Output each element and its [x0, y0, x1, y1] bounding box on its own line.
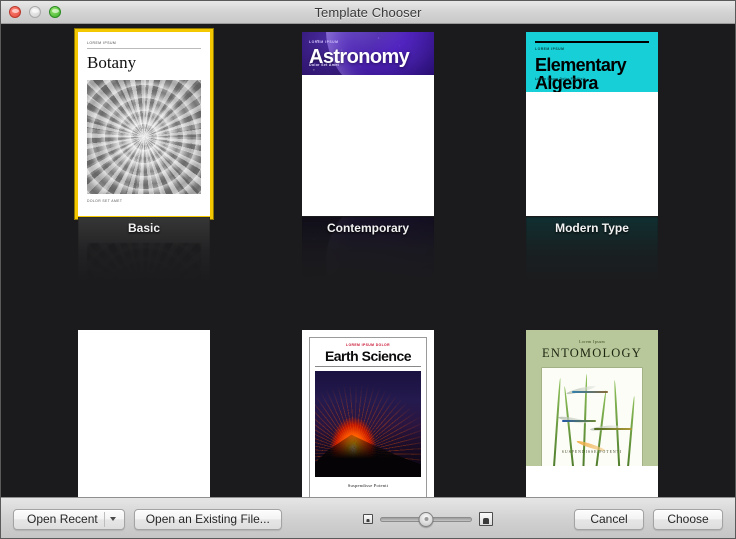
- template-gallery[interactable]: LOREM IPSUM Botany DOLOR SET AMET Basic …: [1, 24, 735, 497]
- small-thumbnail-icon[interactable]: [363, 514, 373, 524]
- cancel-button[interactable]: Cancel: [574, 508, 644, 530]
- template-thumbnail-contemporary[interactable]: LOREM IPSUM Astronomy Dolor Set Amet: [302, 32, 434, 216]
- zoom-window-icon[interactable]: [49, 6, 61, 18]
- cover-kicker: Lorem Ipsum: [578, 339, 606, 344]
- choose-button[interactable]: Choose: [653, 508, 723, 530]
- dahlia-photo: [87, 80, 201, 194]
- template-thumbnail-classic[interactable]: Lorem Ipsum ART HISTORY DOLOR SET AMET: [78, 330, 210, 497]
- top-rule: [535, 41, 649, 43]
- cover-kicker: LOREM IPSUM DOLOR: [346, 343, 390, 347]
- template-name-basic: Basic: [127, 221, 161, 235]
- template-thumbnail-modern-type[interactable]: Lorem Ipsum Elementary Algebra Lorem Ips…: [526, 32, 658, 216]
- template-tile-contemporary[interactable]: LOREM IPSUM Astronomy Dolor Set Amet Con…: [302, 32, 434, 293]
- large-thumbnail-icon[interactable]: [479, 512, 493, 526]
- template-row: Lorem Ipsum ART HISTORY DOLOR SET AMET C…: [1, 330, 735, 497]
- dialog-actions-group: Cancel Choose: [574, 508, 723, 530]
- template-name-modern-type: Modern Type: [555, 221, 629, 235]
- volcano-photo: [315, 371, 421, 477]
- template-thumbnail-basic[interactable]: LOREM IPSUM Botany DOLOR SET AMET: [78, 32, 210, 216]
- template-tile-basic[interactable]: LOREM IPSUM Botany DOLOR SET AMET Basic: [78, 32, 210, 293]
- title-bar: Template Chooser: [1, 1, 735, 24]
- file-actions-group: Open Recent Open an Existing File...: [13, 508, 282, 530]
- choose-label: Choose: [667, 512, 709, 526]
- window-title: Template Chooser: [314, 4, 422, 20]
- cover-title: Elementary Algebra: [535, 54, 627, 93]
- cover-title: ENTOMOLOGY: [542, 346, 642, 360]
- open-existing-file-button[interactable]: Open an Existing File...: [133, 508, 282, 530]
- chevron-down-icon: [109, 517, 116, 521]
- popup-separator: [103, 511, 105, 527]
- cover-kicker: LOREM IPSUM: [309, 40, 339, 44]
- template-row: LOREM IPSUM Botany DOLOR SET AMET Basic …: [1, 32, 735, 293]
- open-recent-label: Open Recent: [27, 512, 98, 526]
- close-window-icon[interactable]: [9, 6, 21, 18]
- cover-title: Earth Science: [315, 349, 421, 367]
- cover-footer: DOLOR SET AMET: [87, 199, 123, 203]
- cover-footer: Suspendisse Potenti: [347, 483, 389, 488]
- thumbnail-size-control: [363, 511, 493, 527]
- cover-footer: SUSPENDISSE POTENTI: [561, 449, 623, 454]
- thumbnail-size-slider[interactable]: [380, 511, 472, 527]
- template-thumbnail-craft[interactable]: Lorem Ipsum ENTOMOLOGY SUSPENDISSE POTEN…: [526, 330, 658, 497]
- cover-title: Botany: [87, 53, 137, 72]
- minimize-window-icon[interactable]: [29, 6, 41, 18]
- template-thumbnail-editorial[interactable]: LOREM IPSUM DOLOR Earth Science Suspendi…: [302, 330, 434, 497]
- bottom-toolbar: Open Recent Open an Existing File... Can…: [1, 497, 735, 538]
- cover-footer: Dolor Set Amet: [309, 63, 340, 67]
- template-tile-modern-type[interactable]: Lorem Ipsum Elementary Algebra Lorem Ips…: [526, 32, 658, 293]
- cover-art-botany: LOREM IPSUM Botany DOLOR SET AMET: [78, 32, 210, 216]
- cover-kicker: Lorem Ipsum: [535, 46, 565, 51]
- template-tile-editorial[interactable]: LOREM IPSUM DOLOR Earth Science Suspendi…: [302, 330, 434, 497]
- cover-art-earth-science: LOREM IPSUM DOLOR Earth Science Suspendi…: [302, 330, 434, 497]
- open-existing-file-label: Open an Existing File...: [145, 512, 270, 526]
- window-controls: [9, 1, 61, 23]
- cancel-label: Cancel: [590, 512, 628, 526]
- cover-kicker: LOREM IPSUM: [87, 41, 201, 49]
- template-tile-craft[interactable]: Lorem Ipsum ENTOMOLOGY SUSPENDISSE POTEN…: [526, 330, 658, 497]
- cover-art-astronomy: LOREM IPSUM Astronomy Dolor Set Amet: [302, 32, 434, 75]
- slider-thumb[interactable]: [418, 511, 434, 527]
- template-tile-classic[interactable]: Lorem Ipsum ART HISTORY DOLOR SET AMET C…: [78, 330, 210, 497]
- cover-art-entomology: Lorem Ipsum ENTOMOLOGY SUSPENDISSE POTEN…: [526, 330, 658, 466]
- cover-art-elementary-algebra: Lorem Ipsum Elementary Algebra Lorem Ips…: [526, 32, 658, 93]
- template-chooser-window: Template Chooser LOREM IPSUM Botany DOLO…: [0, 0, 736, 539]
- open-recent-popup-button[interactable]: Open Recent: [13, 508, 125, 530]
- template-grid: LOREM IPSUM Botany DOLOR SET AMET Basic …: [1, 24, 735, 497]
- template-name-contemporary: Contemporary: [326, 221, 409, 235]
- cover-footer: Lorem Ipsum Dolor Facilisis: [535, 77, 586, 82]
